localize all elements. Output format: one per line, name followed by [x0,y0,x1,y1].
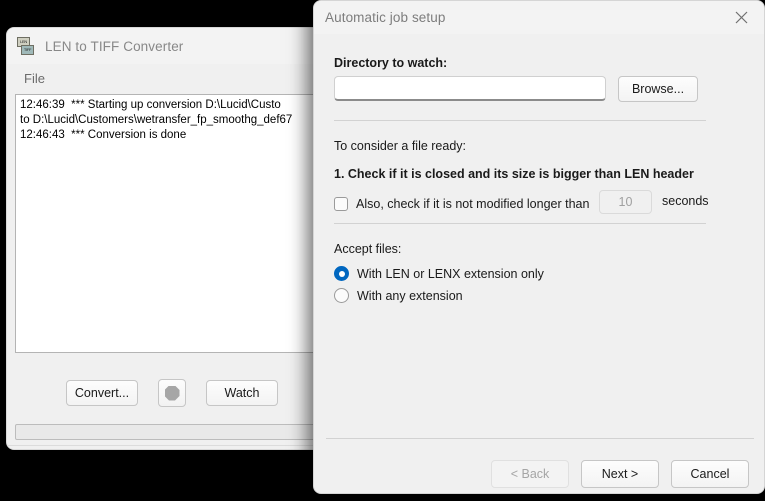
log-line: 12:46:39 *** Starting up conversion D:\L… [20,98,324,113]
accept-option-label: With any extension [357,289,463,303]
stop-button[interactable] [158,379,186,407]
statusbar: Welcome! [7,445,335,450]
dialog-body: Directory to watch: Browse... To conside… [314,34,764,494]
accept-files-heading: Accept files: [334,242,401,256]
separator [326,438,754,439]
separator [334,120,706,121]
radio-len-lenx[interactable] [334,266,349,281]
convert-button[interactable]: Convert... [66,380,138,406]
len-tiff-document-icon: LEN TIFF [17,37,36,56]
automatic-job-setup-dialog: Automatic job setup Directory to watch: … [313,0,765,494]
icon-tiff-page: TIFF [21,45,34,55]
also-check-modified-checkbox[interactable] [334,197,348,211]
also-check-modified-label: Also, check if it is not modified longer… [356,197,589,211]
dialog-titlebar: Automatic job setup [314,1,764,34]
app-titlebar: LEN TIFF LEN to TIFF Converter [7,28,335,64]
seconds-label: seconds [662,194,709,208]
progress-bar-wrapper [15,424,329,440]
radio-any-extension[interactable] [334,288,349,303]
stop-octagon-icon [165,386,180,401]
log-output[interactable]: 12:46:39 *** Starting up conversion D:\L… [15,94,329,353]
progress-bar [15,424,329,440]
browse-button[interactable]: Browse... [618,76,698,102]
dialog-title: Automatic job setup [325,10,445,25]
directory-to-watch-input[interactable] [334,76,606,101]
watch-button[interactable]: Watch [206,380,278,406]
app-action-buttons: Convert... Watch [7,368,336,418]
app-window: LEN TIFF LEN to TIFF Converter File 12:4… [6,27,336,450]
menu-item-file[interactable]: File [20,69,49,88]
close-icon[interactable] [719,1,764,34]
app-window-title: LEN to TIFF Converter [45,39,183,54]
cancel-button[interactable]: Cancel [671,460,749,488]
accept-option-label: With LEN or LENX extension only [357,267,544,281]
app-menubar: File [7,64,335,92]
accept-option-len-lenx[interactable]: With LEN or LENX extension only [334,266,544,281]
directory-to-watch-label: Directory to watch: [334,56,447,70]
accept-option-any[interactable]: With any extension [334,288,463,303]
next-button[interactable]: Next > [581,460,659,488]
dialog-footer: < Back Next > Cancel [314,454,764,494]
screen: LEN TIFF LEN to TIFF Converter File 12:4… [0,0,765,501]
log-line: 12:46:43 *** Conversion is done [20,128,324,143]
log-line: to D:\Lucid\Customers\wetransfer_fp_smoo… [20,113,324,128]
file-ready-heading: To consider a file ready: [334,139,466,153]
separator [334,223,706,224]
file-ready-rule-1: 1. Check if it is closed and its size is… [334,167,694,181]
back-button[interactable]: < Back [491,460,569,488]
seconds-input[interactable] [599,190,652,214]
